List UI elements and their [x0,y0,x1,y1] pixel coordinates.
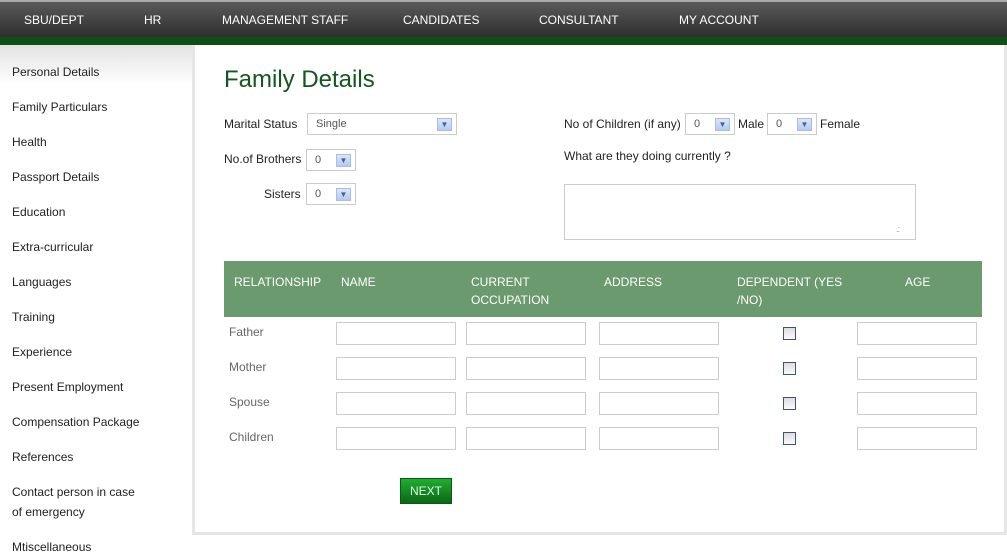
children-dependent-checkbox[interactable] [783,432,796,445]
sidebar-item-experience[interactable]: Experience [12,342,72,362]
sidebar-item-training[interactable]: Training [12,307,55,327]
row-label: Father [229,325,264,339]
chevron-down-icon: ▼ [797,118,812,131]
chevron-down-icon: ▼ [336,154,351,167]
header-dependent-l2: /NO) [737,293,763,307]
spouse-occupation-input[interactable] [466,392,586,415]
header-address: ADDRESS [604,275,663,289]
resize-grip-icon[interactable]: .: [896,224,900,234]
sidebar-item-compensation[interactable]: Compensation Package [12,412,139,432]
father-dependent-checkbox[interactable] [783,327,796,340]
header-current: CURRENT [471,275,530,289]
male-children-select[interactable]: 0 ▼ [685,113,735,135]
sidebar-item-references[interactable]: References [12,447,73,467]
father-name-input[interactable] [336,322,456,345]
page-title: Family Details [224,66,375,93]
row-label: Mother [229,360,267,374]
row-label: Spouse [229,395,270,409]
sidebar-item-emergency-contact-line2[interactable]: of emergency [12,502,85,522]
sisters-select[interactable]: 0 ▼ [306,183,356,205]
marital-status-select[interactable]: Single ▼ [307,113,457,135]
brothers-select[interactable]: 0 ▼ [306,149,356,171]
spouse-name-input[interactable] [336,392,456,415]
nav-divider [0,37,1007,45]
father-occupation-input[interactable] [466,322,586,345]
female-children-value: 0 [776,118,783,130]
brothers-value: 0 [315,154,322,166]
header-occupation: OCCUPATION [471,293,550,307]
nav-my-account[interactable]: MY ACCOUNT [679,13,759,27]
nav-management-staff[interactable]: MANAGEMENT STAFF [222,13,348,27]
nav-hr[interactable]: HR [144,13,161,27]
header-name: NAME [341,275,376,289]
marital-status-value: Single [316,118,347,130]
children-name-input[interactable] [336,427,456,450]
nav-candidates[interactable]: CANDIDATES [403,13,479,27]
children-activity-label: What are they doing currently ? [564,149,731,163]
mother-dependent-checkbox[interactable] [783,362,796,375]
sidebar-item-health[interactable]: Health [12,132,47,152]
female-label: Female [820,117,861,131]
marital-status-label: Marital Status [224,117,298,131]
sidebar-item-family-particulars[interactable]: Family Particulars [12,97,107,117]
spouse-age-input[interactable] [857,392,977,415]
sidebar-item-emergency-contact[interactable]: Contact person in case [12,482,135,502]
sidebar-item-languages[interactable]: Languages [12,272,71,292]
row-label: Children [229,430,274,444]
chevron-down-icon: ▼ [437,118,452,131]
header-relationship: RELATIONSHIP [234,275,322,289]
children-address-input[interactable] [599,427,719,450]
children-age-input[interactable] [857,427,977,450]
next-button[interactable]: NEXT [400,478,452,504]
female-children-select[interactable]: 0 ▼ [767,113,817,135]
male-children-value: 0 [694,118,701,130]
male-label: Male [738,117,765,131]
sidebar-item-personal-details[interactable]: Personal Details [12,62,99,82]
spouse-dependent-checkbox[interactable] [783,397,796,410]
sidebar-item-extra-curricular[interactable]: Extra-curricular [12,237,93,257]
father-address-input[interactable] [599,322,719,345]
sidebar-item-education[interactable]: Education [12,202,65,222]
children-activity-textarea[interactable] [564,184,916,240]
sidebar-item-miscellaneous[interactable]: Mtiscellaneous [12,537,91,557]
mother-occupation-input[interactable] [466,357,586,380]
sidebar-item-present-employment[interactable]: Present Employment [12,377,123,397]
chevron-down-icon: ▼ [336,188,351,201]
header-dependent-l1: DEPENDENT (YES [737,275,843,289]
father-age-input[interactable] [857,322,977,345]
sisters-label: Sisters [264,187,301,201]
children-label: No of Children (if any) [564,117,681,131]
children-occupation-input[interactable] [466,427,586,450]
nav-sbu-dept[interactable]: SBU/DEPT [24,13,84,27]
mother-name-input[interactable] [336,357,456,380]
header-age: AGE [905,275,931,289]
mother-address-input[interactable] [599,357,719,380]
table-header: RELATIONSHIP NAME CURRENT OCCUPATION ADDR… [224,261,982,317]
top-nav: SBU/DEPT HR MANAGEMENT STAFF CANDIDATES … [0,0,1007,37]
sisters-value: 0 [315,188,322,200]
nav-consultant[interactable]: CONSULTANT [539,13,619,27]
header-current-occupation: CURRENT OCCUPATION [471,273,549,309]
mother-age-input[interactable] [857,357,977,380]
chevron-down-icon: ▼ [715,118,730,131]
sidebar-item-passport[interactable]: Passport Details [12,167,99,187]
spouse-address-input[interactable] [599,392,719,415]
header-dependent: DEPENDENT (YES/NO) [737,273,842,309]
brothers-label: No.of Brothers [224,152,302,166]
